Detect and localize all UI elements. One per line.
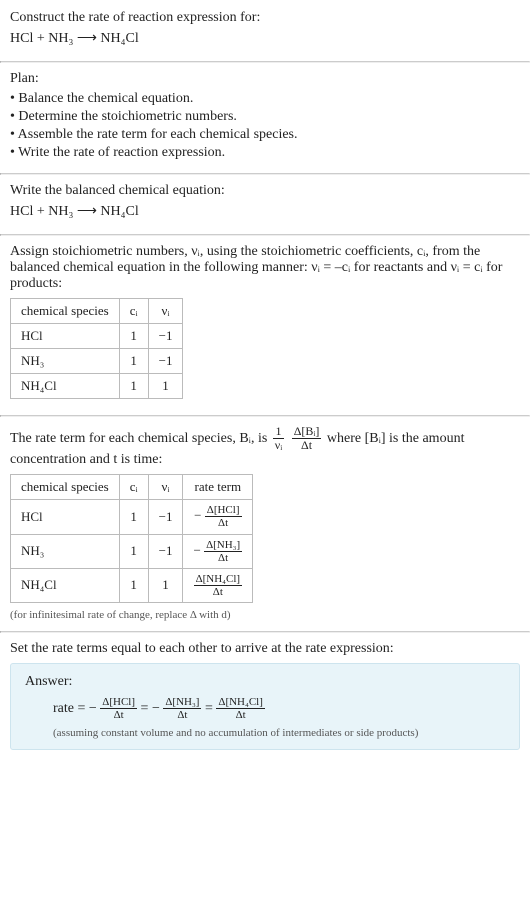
rate-term-table: chemical species cᵢ νᵢ rate term HCl 1 −…	[10, 474, 253, 603]
cell-rate: Δ[NH₄Cl] Δt	[183, 568, 253, 602]
col-vi: νᵢ	[148, 475, 183, 500]
cell-ci: 1	[119, 568, 148, 602]
table-row: HCl 1 −1 − Δ[HCl] Δt	[11, 500, 253, 534]
cell-ci: 1	[119, 534, 148, 568]
frac-num: Δ[Bᵢ]	[292, 425, 322, 439]
cell-ci: 1	[119, 374, 148, 399]
col-ci: cᵢ	[119, 475, 148, 500]
cell-species: NH₄Cl	[11, 568, 120, 602]
frac-den: Δt	[100, 709, 137, 721]
balanced-equation: HCl + NH₃ ⟶ NH₄Cl	[10, 203, 520, 220]
rate-fraction: Δ[HCl] Δt	[100, 696, 137, 721]
table-row: NH₃ 1 −1 − Δ[NH₃] Δt	[11, 534, 253, 568]
cell-vi: 1	[148, 374, 183, 399]
plan-item: • Assemble the rate term for each chemic…	[10, 127, 520, 143]
stoich-intro: Assign stoichiometric numbers, νᵢ, using…	[10, 244, 520, 292]
table-header-row: chemical species cᵢ νᵢ rate term	[11, 475, 253, 500]
col-vi: νᵢ	[148, 299, 183, 324]
balanced-section: Write the balanced chemical equation: HC…	[0, 175, 530, 234]
stoich-table: chemical species cᵢ νᵢ HCl 1 −1 NH₃ 1 −1…	[10, 298, 183, 399]
table-row: NH₃ 1 −1	[11, 349, 183, 374]
frac-num: 1	[273, 425, 284, 439]
infinitesimal-note: (for infinitesimal rate of change, repla…	[10, 609, 520, 621]
sign: −	[193, 542, 200, 557]
answer-label: Answer:	[25, 674, 505, 690]
cell-species: NH₄Cl	[11, 374, 120, 399]
col-species: chemical species	[11, 475, 120, 500]
rate-expression: rate = − Δ[HCl] Δt = − Δ[NH₃] Δt = Δ[NH₄…	[53, 696, 505, 721]
frac-den: Δt	[292, 439, 322, 452]
plan-item: • Write the rate of reaction expression.	[10, 145, 520, 161]
table-row: NH₄Cl 1 1	[11, 374, 183, 399]
col-rate: rate term	[183, 475, 253, 500]
rate-term-intro: The rate term for each chemical species,…	[10, 425, 520, 468]
table-row: NH₄Cl 1 1 Δ[NH₄Cl] Δt	[11, 568, 253, 602]
intro-pre: The rate term for each chemical species,…	[10, 431, 271, 446]
plan-item: • Balance the chemical equation.	[10, 91, 520, 107]
frac-den: Δt	[216, 709, 265, 721]
cell-species: HCl	[11, 324, 120, 349]
frac-den: Δt	[204, 552, 242, 564]
rate-fraction: Δ[NH₃] Δt	[163, 696, 201, 721]
cell-ci: 1	[119, 349, 148, 374]
coeff-fraction: 1 νᵢ	[273, 425, 284, 452]
prompt-text: Construct the rate of reaction expressio…	[10, 10, 520, 26]
answer-box: Answer: rate = − Δ[HCl] Δt = − Δ[NH₃] Δt…	[10, 663, 520, 750]
plan-list: • Balance the chemical equation. • Deter…	[10, 91, 520, 161]
plan-section: Plan: • Balance the chemical equation. •…	[0, 63, 530, 173]
sign: −	[194, 508, 201, 523]
cell-rate: − Δ[NH₃] Δt	[183, 534, 253, 568]
assumption-note: (assuming constant volume and no accumul…	[53, 727, 505, 739]
cell-rate: − Δ[HCl] Δt	[183, 500, 253, 534]
cell-ci: 1	[119, 324, 148, 349]
frac-num: Δ[NH₄Cl]	[216, 696, 265, 709]
cell-species: HCl	[11, 500, 120, 534]
cell-species: NH₃	[11, 349, 120, 374]
equals: =	[205, 701, 216, 716]
cell-vi: −1	[148, 534, 183, 568]
col-ci: cᵢ	[119, 299, 148, 324]
equals: =	[141, 701, 152, 716]
cell-vi: −1	[148, 500, 183, 534]
final-title: Set the rate terms equal to each other t…	[10, 641, 520, 657]
balanced-title: Write the balanced chemical equation:	[10, 183, 520, 199]
frac-num: Δ[NH₃]	[204, 539, 242, 552]
rate-term-section: The rate term for each chemical species,…	[0, 417, 530, 631]
sign: −	[152, 701, 160, 716]
cell-vi: −1	[148, 324, 183, 349]
frac-den: νᵢ	[273, 439, 284, 452]
col-species: chemical species	[11, 299, 120, 324]
stoich-section: Assign stoichiometric numbers, νᵢ, using…	[0, 236, 530, 415]
plan-title: Plan:	[10, 71, 520, 87]
table-header-row: chemical species cᵢ νᵢ	[11, 299, 183, 324]
rate-fraction: Δ[HCl] Δt	[205, 504, 242, 529]
cell-vi: −1	[148, 349, 183, 374]
input-equation: HCl + NH₃ ⟶ NH₄Cl	[10, 30, 520, 47]
rate-fraction: Δ[NH₄Cl] Δt	[194, 573, 243, 598]
frac-num: Δ[NH₃]	[163, 696, 201, 709]
frac-den: Δt	[205, 517, 242, 529]
final-section: Set the rate terms equal to each other t…	[0, 633, 530, 760]
table-row: HCl 1 −1	[11, 324, 183, 349]
rate-fraction: Δ[NH₄Cl] Δt	[216, 696, 265, 721]
plan-item: • Determine the stoichiometric numbers.	[10, 109, 520, 125]
rate-label: rate =	[53, 701, 89, 716]
cell-ci: 1	[119, 500, 148, 534]
sign: −	[89, 701, 97, 716]
cell-vi: 1	[148, 568, 183, 602]
frac-num: Δ[HCl]	[205, 504, 242, 517]
cell-species: NH₃	[11, 534, 120, 568]
rate-fraction: Δ[NH₃] Δt	[204, 539, 242, 564]
frac-num: Δ[HCl]	[100, 696, 137, 709]
frac-den: Δt	[194, 586, 243, 598]
header-section: Construct the rate of reaction expressio…	[0, 0, 530, 61]
frac-num: Δ[NH₄Cl]	[194, 573, 243, 586]
delta-fraction: Δ[Bᵢ] Δt	[292, 425, 322, 452]
frac-den: Δt	[163, 709, 201, 721]
